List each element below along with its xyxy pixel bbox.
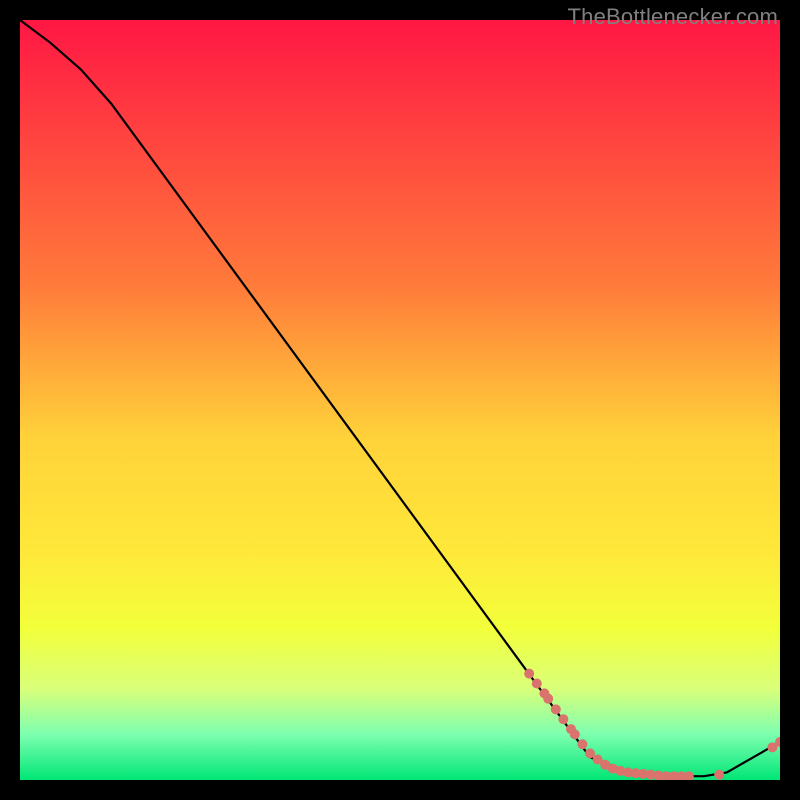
data-marker (543, 694, 553, 704)
plot-area (20, 20, 780, 780)
data-marker (551, 704, 561, 714)
chart-curve (20, 20, 780, 780)
data-marker (524, 669, 534, 679)
data-marker (570, 729, 580, 739)
data-marker (577, 739, 587, 749)
watermark-text: TheBottlenecker.com (568, 4, 778, 30)
data-marker (532, 678, 542, 688)
data-marker (684, 771, 694, 780)
data-marker (558, 714, 568, 724)
data-marker (714, 770, 724, 780)
line-path (20, 20, 780, 776)
